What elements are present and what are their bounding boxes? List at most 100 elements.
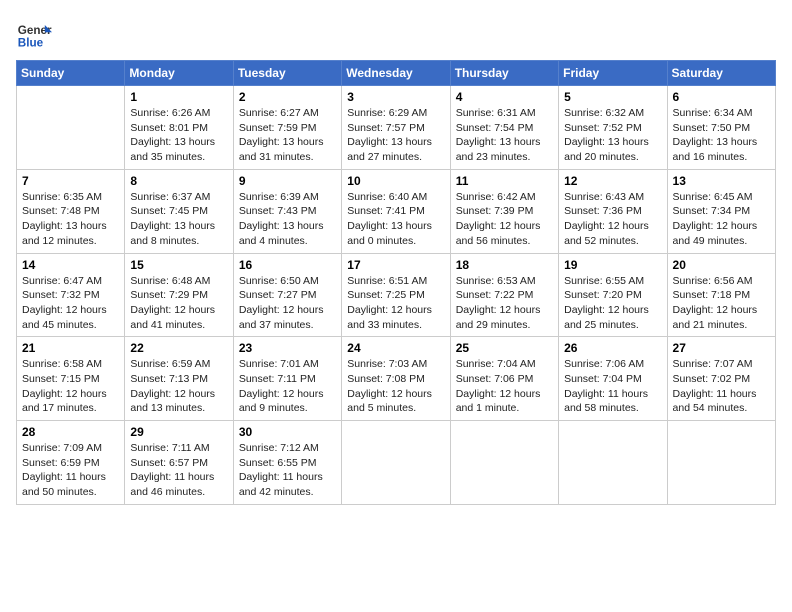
cell-info: Sunrise: 6:37 AMSunset: 7:45 PMDaylight:… bbox=[130, 191, 215, 247]
calendar-cell: 1 Sunrise: 6:26 AMSunset: 8:01 PMDaylight… bbox=[125, 86, 233, 170]
calendar-cell: 24 Sunrise: 7:03 AMSunset: 7:08 PMDayligh… bbox=[342, 337, 450, 421]
cell-info: Sunrise: 6:51 AMSunset: 7:25 PMDaylight:… bbox=[347, 275, 432, 331]
calendar-table: SundayMondayTuesdayWednesdayThursdayFrid… bbox=[16, 60, 776, 505]
weekday-header-sunday: Sunday bbox=[17, 61, 125, 86]
calendar-cell: 6 Sunrise: 6:34 AMSunset: 7:50 PMDaylight… bbox=[667, 86, 775, 170]
day-number: 22 bbox=[130, 341, 227, 355]
calendar-cell: 2 Sunrise: 6:27 AMSunset: 7:59 PMDaylight… bbox=[233, 86, 341, 170]
cell-info: Sunrise: 6:27 AMSunset: 7:59 PMDaylight:… bbox=[239, 107, 324, 163]
calendar-week-row: 14 Sunrise: 6:47 AMSunset: 7:32 PMDayligh… bbox=[17, 253, 776, 337]
day-number: 21 bbox=[22, 341, 119, 355]
cell-info: Sunrise: 7:03 AMSunset: 7:08 PMDaylight:… bbox=[347, 358, 432, 414]
calendar-cell: 18 Sunrise: 6:53 AMSunset: 7:22 PMDayligh… bbox=[450, 253, 558, 337]
day-number: 13 bbox=[673, 174, 770, 188]
calendar-cell bbox=[559, 421, 667, 505]
calendar-cell: 29Sunrise: 7:11 AMSunset: 6:57 PMDayligh… bbox=[125, 421, 233, 505]
calendar-cell: 4 Sunrise: 6:31 AMSunset: 7:54 PMDaylight… bbox=[450, 86, 558, 170]
calendar-cell: 10 Sunrise: 6:40 AMSunset: 7:41 PMDayligh… bbox=[342, 169, 450, 253]
cell-info: Sunrise: 6:55 AMSunset: 7:20 PMDaylight:… bbox=[564, 275, 649, 331]
cell-info: Sunrise: 6:34 AMSunset: 7:50 PMDaylight:… bbox=[673, 107, 758, 163]
cell-info: Sunrise: 6:35 AMSunset: 7:48 PMDaylight:… bbox=[22, 191, 107, 247]
cell-info: Sunrise: 6:26 AMSunset: 8:01 PMDaylight:… bbox=[130, 107, 215, 163]
calendar-cell: 9 Sunrise: 6:39 AMSunset: 7:43 PMDaylight… bbox=[233, 169, 341, 253]
calendar-cell bbox=[342, 421, 450, 505]
calendar-cell: 14 Sunrise: 6:47 AMSunset: 7:32 PMDayligh… bbox=[17, 253, 125, 337]
calendar-cell: 23 Sunrise: 7:01 AMSunset: 7:11 PMDayligh… bbox=[233, 337, 341, 421]
calendar-cell: 5 Sunrise: 6:32 AMSunset: 7:52 PMDaylight… bbox=[559, 86, 667, 170]
day-number: 17 bbox=[347, 258, 444, 272]
day-number: 6 bbox=[673, 90, 770, 104]
day-number: 12 bbox=[564, 174, 661, 188]
calendar-week-row: 7 Sunrise: 6:35 AMSunset: 7:48 PMDaylight… bbox=[17, 169, 776, 253]
calendar-cell: 11 Sunrise: 6:42 AMSunset: 7:39 PMDayligh… bbox=[450, 169, 558, 253]
calendar-cell: 16 Sunrise: 6:50 AMSunset: 7:27 PMDayligh… bbox=[233, 253, 341, 337]
cell-info: Sunrise: 7:12 AMSunset: 6:55 PMDaylight:… bbox=[239, 442, 323, 498]
calendar-week-row: 28 Sunrise: 7:09 AMSunset: 6:59 PMDayligh… bbox=[17, 421, 776, 505]
cell-info: Sunrise: 6:50 AMSunset: 7:27 PMDaylight:… bbox=[239, 275, 324, 331]
calendar-cell: 30Sunrise: 7:12 AMSunset: 6:55 PMDayligh… bbox=[233, 421, 341, 505]
day-number: 24 bbox=[347, 341, 444, 355]
day-number: 28 bbox=[22, 425, 119, 439]
day-number: 7 bbox=[22, 174, 119, 188]
calendar-cell: 21 Sunrise: 6:58 AMSunset: 7:15 PMDayligh… bbox=[17, 337, 125, 421]
day-number: 18 bbox=[456, 258, 553, 272]
day-number: 9 bbox=[239, 174, 336, 188]
calendar-week-row: 21 Sunrise: 6:58 AMSunset: 7:15 PMDayligh… bbox=[17, 337, 776, 421]
calendar-cell: 27 Sunrise: 7:07 AMSunset: 7:02 PMDayligh… bbox=[667, 337, 775, 421]
cell-info: Sunrise: 6:42 AMSunset: 7:39 PMDaylight:… bbox=[456, 191, 541, 247]
calendar-cell: 26Sunrise: 7:06 AMSunset: 7:04 PMDayligh… bbox=[559, 337, 667, 421]
day-number: 27 bbox=[673, 341, 770, 355]
day-number: 3 bbox=[347, 90, 444, 104]
cell-info: Sunrise: 7:07 AMSunset: 7:02 PMDaylight:… bbox=[673, 358, 757, 414]
weekday-header-tuesday: Tuesday bbox=[233, 61, 341, 86]
weekday-header-friday: Friday bbox=[559, 61, 667, 86]
cell-info: Sunrise: 6:47 AMSunset: 7:32 PMDaylight:… bbox=[22, 275, 107, 331]
cell-info: Sunrise: 6:53 AMSunset: 7:22 PMDaylight:… bbox=[456, 275, 541, 331]
cell-info: Sunrise: 6:29 AMSunset: 7:57 PMDaylight:… bbox=[347, 107, 432, 163]
calendar-cell bbox=[667, 421, 775, 505]
weekday-header-saturday: Saturday bbox=[667, 61, 775, 86]
logo: General Blue bbox=[16, 16, 56, 52]
day-number: 10 bbox=[347, 174, 444, 188]
cell-info: Sunrise: 6:32 AMSunset: 7:52 PMDaylight:… bbox=[564, 107, 649, 163]
day-number: 20 bbox=[673, 258, 770, 272]
calendar-cell: 22Sunrise: 6:59 AMSunset: 7:13 PMDayligh… bbox=[125, 337, 233, 421]
cell-info: Sunrise: 7:04 AMSunset: 7:06 PMDaylight:… bbox=[456, 358, 541, 414]
cell-info: Sunrise: 6:43 AMSunset: 7:36 PMDaylight:… bbox=[564, 191, 649, 247]
day-number: 4 bbox=[456, 90, 553, 104]
calendar-cell: 7 Sunrise: 6:35 AMSunset: 7:48 PMDaylight… bbox=[17, 169, 125, 253]
day-number: 14 bbox=[22, 258, 119, 272]
day-number: 19 bbox=[564, 258, 661, 272]
day-number: 2 bbox=[239, 90, 336, 104]
cell-info: Sunrise: 7:01 AMSunset: 7:11 PMDaylight:… bbox=[239, 358, 324, 414]
cell-info: Sunrise: 6:31 AMSunset: 7:54 PMDaylight:… bbox=[456, 107, 541, 163]
logo-icon: General Blue bbox=[16, 16, 52, 52]
page-header: General Blue bbox=[16, 16, 776, 52]
cell-info: Sunrise: 6:40 AMSunset: 7:41 PMDaylight:… bbox=[347, 191, 432, 247]
day-number: 29 bbox=[130, 425, 227, 439]
day-number: 1 bbox=[130, 90, 227, 104]
day-number: 5 bbox=[564, 90, 661, 104]
calendar-cell: 25 Sunrise: 7:04 AMSunset: 7:06 PMDayligh… bbox=[450, 337, 558, 421]
day-number: 25 bbox=[456, 341, 553, 355]
calendar-cell: 12 Sunrise: 6:43 AMSunset: 7:36 PMDayligh… bbox=[559, 169, 667, 253]
day-number: 16 bbox=[239, 258, 336, 272]
cell-info: Sunrise: 7:06 AMSunset: 7:04 PMDaylight:… bbox=[564, 358, 648, 414]
day-number: 11 bbox=[456, 174, 553, 188]
weekday-header-wednesday: Wednesday bbox=[342, 61, 450, 86]
weekday-header-thursday: Thursday bbox=[450, 61, 558, 86]
weekday-header-row: SundayMondayTuesdayWednesdayThursdayFrid… bbox=[17, 61, 776, 86]
calendar-cell: 13 Sunrise: 6:45 AMSunset: 7:34 PMDayligh… bbox=[667, 169, 775, 253]
calendar-cell: 3 Sunrise: 6:29 AMSunset: 7:57 PMDaylight… bbox=[342, 86, 450, 170]
cell-info: Sunrise: 6:58 AMSunset: 7:15 PMDaylight:… bbox=[22, 358, 107, 414]
calendar-cell bbox=[17, 86, 125, 170]
cell-info: Sunrise: 6:39 AMSunset: 7:43 PMDaylight:… bbox=[239, 191, 324, 247]
calendar-cell: 8Sunrise: 6:37 AMSunset: 7:45 PMDaylight… bbox=[125, 169, 233, 253]
day-number: 15 bbox=[130, 258, 227, 272]
day-number: 23 bbox=[239, 341, 336, 355]
cell-info: Sunrise: 7:09 AMSunset: 6:59 PMDaylight:… bbox=[22, 442, 106, 498]
cell-info: Sunrise: 6:45 AMSunset: 7:34 PMDaylight:… bbox=[673, 191, 758, 247]
calendar-cell: 20 Sunrise: 6:56 AMSunset: 7:18 PMDayligh… bbox=[667, 253, 775, 337]
cell-info: Sunrise: 6:56 AMSunset: 7:18 PMDaylight:… bbox=[673, 275, 758, 331]
calendar-cell: 17 Sunrise: 6:51 AMSunset: 7:25 PMDayligh… bbox=[342, 253, 450, 337]
